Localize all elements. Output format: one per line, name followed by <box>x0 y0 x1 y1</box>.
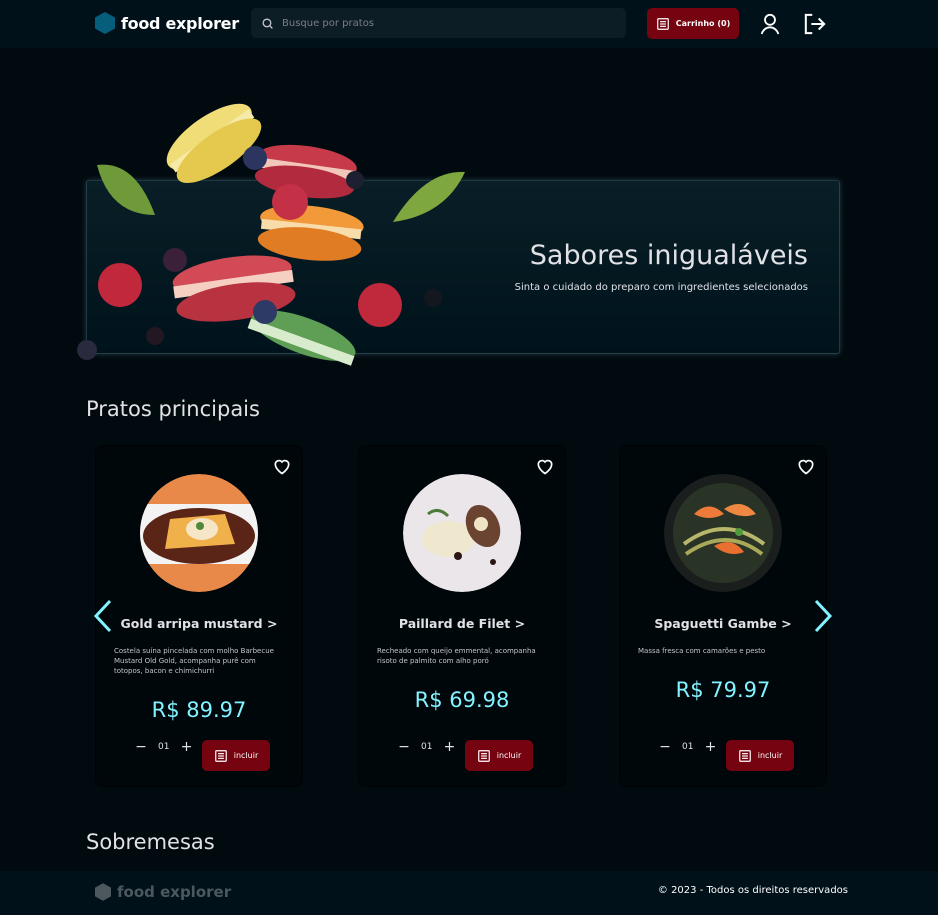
logo[interactable]: food explorer <box>95 12 239 34</box>
dish-card[interactable]: Gold arripa mustard > Costela suína pinc… <box>95 445 303 787</box>
dish-card[interactable]: Spaguetti Gambe > Massa fresca com camar… <box>619 445 827 787</box>
footer-logo: food explorer <box>95 883 231 901</box>
quantity-value: 01 <box>158 742 170 752</box>
dish-image[interactable] <box>403 474 521 592</box>
copyright: © 2023 - Todos os direitos reservados <box>657 885 848 896</box>
dish-price: R$ 69.98 <box>414 688 510 712</box>
heart-icon[interactable] <box>535 456 555 476</box>
dish-price: R$ 89.97 <box>151 698 247 722</box>
dish-name[interactable]: Gold arripa mustard > <box>96 616 302 631</box>
heart-icon[interactable] <box>272 456 292 476</box>
cart-button[interactable]: Carrinho (0) <box>647 8 739 39</box>
quantity-stepper: − 01 + <box>397 739 456 755</box>
dish-name[interactable]: Paillard de Filet > <box>359 616 565 631</box>
minus-icon[interactable]: − <box>658 739 672 755</box>
quantity-stepper: − 01 + <box>134 739 193 755</box>
profile-button[interactable] <box>758 12 782 36</box>
chevron-right-icon: > <box>514 616 526 631</box>
dish-description: Costela suína pincelada com molho Barbec… <box>114 647 274 675</box>
logo-text: food explorer <box>121 13 239 33</box>
user-icon <box>760 13 780 35</box>
plus-icon[interactable]: + <box>703 739 717 755</box>
chevron-right-icon[interactable] <box>812 598 834 634</box>
include-button[interactable]: incluir <box>202 740 270 771</box>
macarons-illustration <box>77 103 465 366</box>
hexagon-logo-icon <box>95 12 115 34</box>
desserts-title: Sobremesas <box>86 830 215 854</box>
dish-description: Massa fresca com camarões e pesto <box>638 647 766 655</box>
dish-price: R$ 79.97 <box>675 678 771 702</box>
hexagon-logo-icon <box>95 883 111 901</box>
receipt-icon <box>656 17 669 30</box>
quantity-value: 01 <box>682 742 694 752</box>
sign-out-icon <box>804 13 826 35</box>
dish-description: Recheado com queijo emmental, acompanha … <box>377 647 536 665</box>
dish-image[interactable] <box>140 474 258 592</box>
receipt-icon <box>214 749 227 762</box>
quantity-value: 01 <box>421 742 433 752</box>
search-bar <box>251 8 626 38</box>
chevron-left-icon[interactable] <box>92 598 114 634</box>
banner-title: Sabores inigualáveis <box>529 240 808 271</box>
footer-logo-text: food explorer <box>117 883 232 901</box>
receipt-icon <box>738 749 751 762</box>
header: food explorer Carrinho (0) <box>0 0 938 48</box>
quantity-stepper: − 01 + <box>658 739 717 755</box>
dish-name[interactable]: Spaguetti Gambe > <box>620 616 826 631</box>
banner-subtitle: Sinta o cuidado do preparo com ingredien… <box>514 282 808 293</box>
minus-icon[interactable]: − <box>134 739 148 755</box>
footer: food explorer © 2023 - Todos os direitos… <box>0 871 938 915</box>
include-button[interactable]: incluir <box>726 740 794 771</box>
dish-card[interactable]: Paillard de Filet > Recheado com queijo … <box>358 445 566 787</box>
search-input[interactable] <box>282 17 612 29</box>
dish-image[interactable] <box>664 474 782 592</box>
search-icon <box>262 17 273 29</box>
include-button[interactable]: incluir <box>465 740 533 771</box>
sign-out-button[interactable] <box>803 12 827 36</box>
plus-icon[interactable]: + <box>442 739 456 755</box>
plus-icon[interactable]: + <box>179 739 193 755</box>
heart-icon[interactable] <box>796 456 816 476</box>
chevron-right-icon: > <box>781 616 792 631</box>
receipt-icon <box>477 749 490 762</box>
chevron-right-icon: > <box>266 616 278 631</box>
cart-label: Carrinho (0) <box>675 19 731 28</box>
minus-icon[interactable]: − <box>397 739 411 755</box>
main-dishes-title: Pratos principais <box>86 397 260 421</box>
